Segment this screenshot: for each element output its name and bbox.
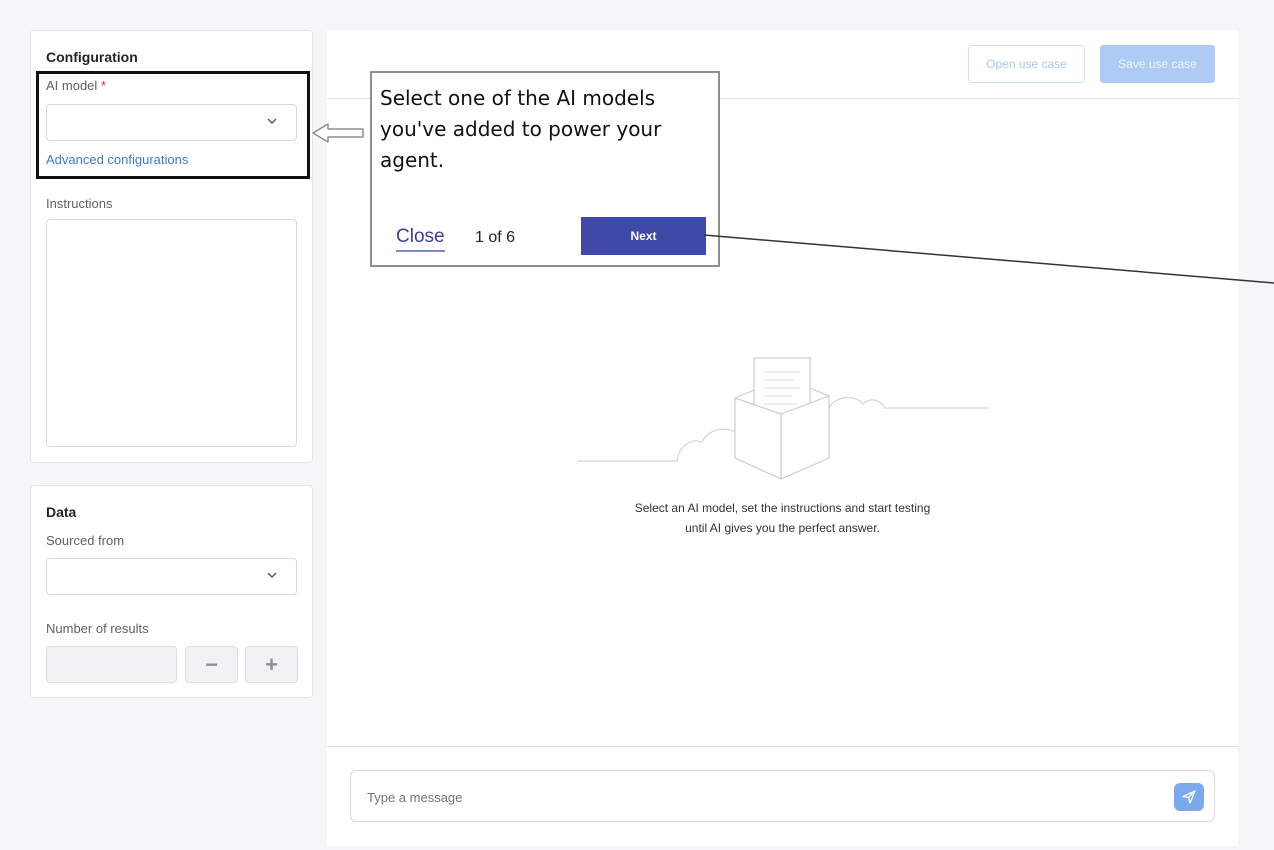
ai-model-label: AI model * <box>46 78 106 93</box>
tour-popover: Select one of the AI models you've added… <box>370 71 720 267</box>
open-use-case-button[interactable]: Open use case <box>968 45 1085 83</box>
send-icon <box>1182 790 1196 804</box>
number-of-results-input[interactable] <box>46 646 177 683</box>
instructions-label: Instructions <box>46 196 113 211</box>
data-title: Data <box>46 504 77 520</box>
empty-inbox-illustration <box>577 357 989 480</box>
tour-close-button[interactable]: Close <box>396 226 445 252</box>
ai-model-label-text: AI model <box>46 78 98 93</box>
footer-divider <box>327 746 1238 747</box>
configuration-panel: Configuration AI model * Advanced config… <box>30 30 313 463</box>
empty-state-line-2: until AI gives you the perfect answer. <box>685 521 880 535</box>
required-mark: * <box>100 78 106 93</box>
sourced-from-select[interactable] <box>46 558 297 595</box>
chevron-down-icon <box>267 572 277 578</box>
sourced-from-label: Sourced from <box>46 533 125 548</box>
tour-step-counter: 1 of 6 <box>475 229 516 246</box>
advanced-configurations-link[interactable]: Advanced configurations <box>46 152 188 167</box>
configuration-title: Configuration <box>46 49 138 65</box>
increment-button[interactable]: + <box>245 646 298 683</box>
instructions-textarea[interactable] <box>46 219 297 447</box>
data-panel: Data Sourced from Number of results − + <box>30 485 313 698</box>
tour-next-button[interactable]: Next <box>581 217 706 255</box>
empty-state-text: Select an AI model, set the instructions… <box>327 498 1238 538</box>
decrement-button[interactable]: − <box>185 646 238 683</box>
tour-text: Select one of the AI models you've added… <box>380 86 662 172</box>
number-of-results-label: Number of results <box>46 621 149 636</box>
ai-model-select[interactable] <box>46 104 297 141</box>
send-button[interactable] <box>1174 783 1204 811</box>
message-input[interactable] <box>365 785 1149 809</box>
message-box <box>350 770 1215 822</box>
empty-state-line-1: Select an AI model, set the instructions… <box>634 501 931 515</box>
save-use-case-button[interactable]: Save use case <box>1100 45 1215 83</box>
chevron-down-icon <box>267 118 277 124</box>
